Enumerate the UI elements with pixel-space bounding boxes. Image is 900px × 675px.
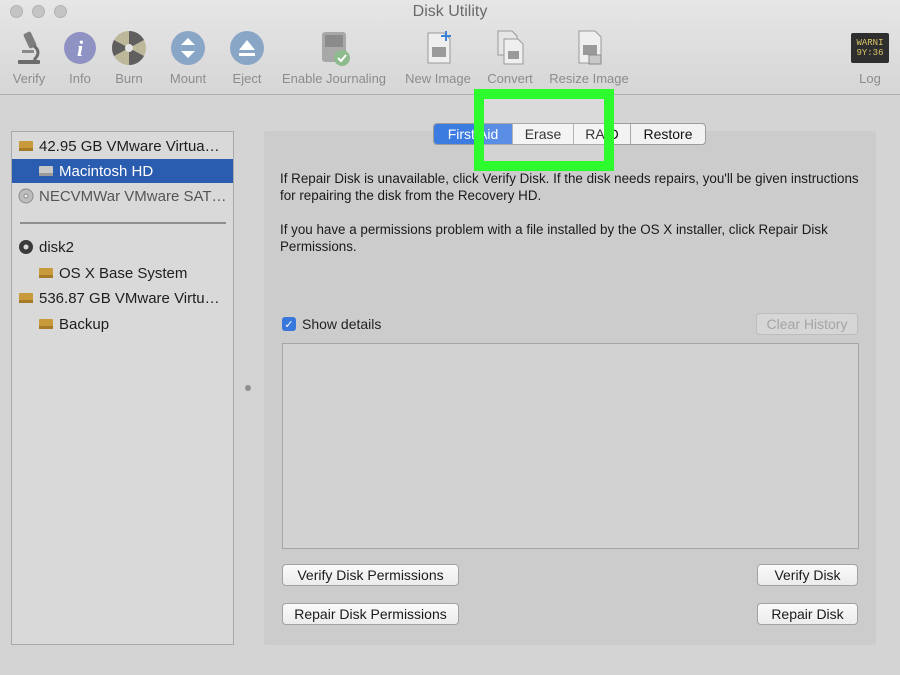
erase-tab-highlight	[474, 89, 614, 171]
new-image-icon	[418, 28, 458, 68]
window-title: Disk Utility	[412, 3, 488, 20]
sidebar-item-drive-536gb[interactable]: 536.87 GB VMware Virtu…	[12, 286, 233, 310]
first-aid-instructions-1: If Repair Disk is unavailable, click Ver…	[280, 171, 859, 203]
volume-icon	[39, 166, 53, 176]
sidebar-item-backup[interactable]: Backup	[12, 312, 233, 336]
repair-disk-button[interactable]: Repair Disk	[757, 603, 858, 625]
show-details-checkbox[interactable]: ✓ Show details	[282, 316, 381, 332]
resize-image-icon	[569, 28, 609, 68]
toolbar-new-image-button[interactable]: New Image	[401, 28, 475, 88]
optical-disc-icon	[18, 188, 34, 204]
checkmark-icon: ✓	[282, 317, 296, 331]
disk-sidebar: 42.95 GB VMware Virtua… Macintosh HD NEC…	[11, 131, 234, 645]
eject-icon	[227, 28, 267, 68]
disk-utility-window: Disk Utility Verify i Info Burn Mount Ej…	[0, 0, 900, 675]
log-icon: WARNI 9Y:36	[850, 28, 890, 68]
drive-icon	[19, 141, 33, 151]
repair-disk-permissions-button[interactable]: Repair Disk Permissions	[282, 603, 459, 625]
log-icon-line-1: WARNI	[856, 38, 884, 48]
sidebar-item-drive-42gb[interactable]: 42.95 GB VMware Virtua…	[12, 134, 233, 158]
tab-restore[interactable]: Restore	[631, 124, 705, 144]
toolbar-burn-button[interactable]: Burn	[108, 28, 150, 88]
toolbar-info-button[interactable]: i Info	[60, 28, 100, 88]
toolbar-enable-journaling-button[interactable]: Enable Journaling	[276, 28, 392, 88]
volume-icon	[39, 319, 53, 329]
sidebar-item-optical-drive[interactable]: NECVMWar VMware SAT…	[12, 184, 233, 208]
clear-history-button[interactable]: Clear History	[756, 313, 858, 335]
convert-icon	[490, 28, 530, 68]
log-icon-line-2: 9Y:36	[856, 48, 884, 58]
toolbar-convert-button[interactable]: Convert	[484, 28, 536, 88]
verify-disk-permissions-button[interactable]: Verify Disk Permissions	[282, 564, 459, 586]
sidebar-divider	[20, 222, 226, 224]
mount-icon	[168, 28, 208, 68]
details-log-area[interactable]	[282, 343, 859, 549]
toolbar-resize-image-button[interactable]: Resize Image	[545, 28, 633, 88]
volume-icon	[39, 268, 53, 278]
toolbar-mount-button[interactable]: Mount	[166, 28, 210, 88]
drive-icon	[19, 293, 33, 303]
verify-disk-button[interactable]: Verify Disk	[757, 564, 858, 586]
svg-text:i: i	[77, 36, 84, 61]
microscope-icon	[9, 28, 49, 68]
journaling-icon	[314, 28, 354, 68]
first-aid-instructions-2: If you have a permissions problem with a…	[280, 222, 828, 254]
sidebar-item-macintosh-hd[interactable]: Macintosh HD	[12, 159, 233, 183]
burn-icon	[109, 28, 149, 68]
show-details-label: Show details	[302, 316, 382, 332]
toolbar-verify-button[interactable]: Verify	[8, 28, 50, 88]
sidebar-item-os-x-base-system[interactable]: OS X Base System	[12, 261, 233, 285]
toolbar-log-button[interactable]: WARNI 9Y:36 Log	[849, 28, 891, 88]
title-toolbar: Disk Utility Verify i Info Burn Mount Ej…	[0, 0, 900, 95]
info-icon: i	[60, 28, 100, 68]
disk-image-icon	[19, 240, 33, 254]
sidebar-item-disk2[interactable]: disk2	[12, 235, 233, 259]
split-view-handle[interactable]	[245, 385, 251, 391]
toolbar-eject-button[interactable]: Eject	[226, 28, 268, 88]
